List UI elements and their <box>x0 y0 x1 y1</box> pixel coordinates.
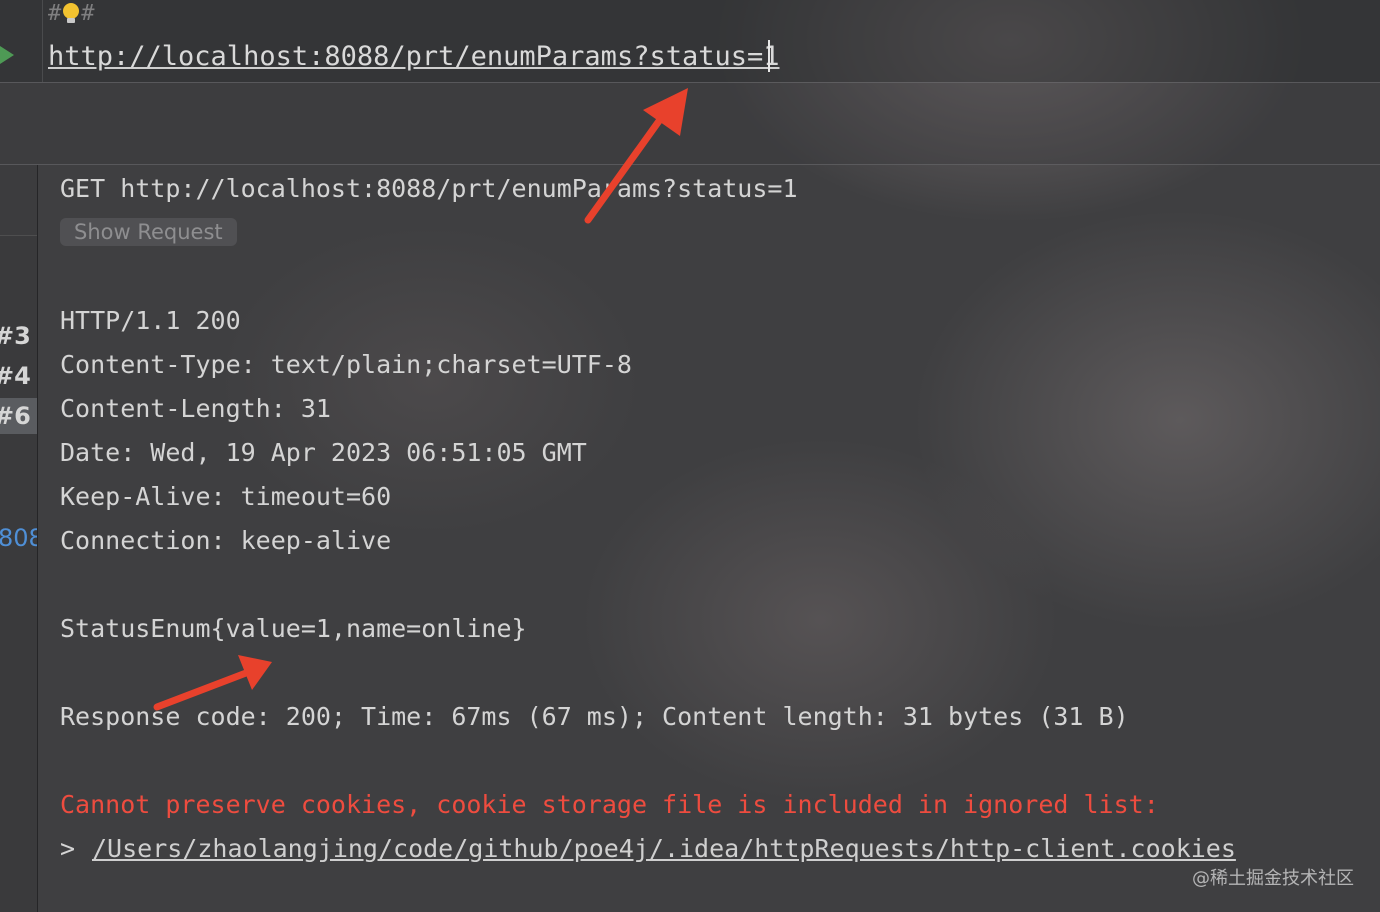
history-item-selected[interactable]: #6 <box>0 398 37 434</box>
editor-gutter <box>0 0 43 82</box>
divider <box>0 164 1380 165</box>
response-body: StatusEnum{value=1,name=online} <box>60 614 527 643</box>
request-line: GET http://localhost:8088/prt/enumParams… <box>60 174 798 203</box>
history-panel-header <box>0 165 37 236</box>
request-url-line[interactable]: http://localhost:8088/prt/enumParams?sta… <box>48 40 780 74</box>
show-request-button[interactable]: Show Request <box>60 218 237 246</box>
watermark: @稀土掘金技术社区 <box>1192 868 1354 889</box>
cookie-warning: Cannot preserve cookies, cookie storage … <box>60 790 1159 819</box>
history-item[interactable]: #3 <box>0 318 37 354</box>
comment-prefix: # <box>48 0 62 26</box>
response-header: Connection: keep-alive <box>60 526 392 555</box>
history-link[interactable]: 808 <box>0 520 37 556</box>
history-item[interactable]: #4 <box>0 358 37 394</box>
lightbulb-icon[interactable] <box>62 1 80 25</box>
cookie-path-prefix: > <box>60 834 76 863</box>
cookie-file-link[interactable]: /Users/zhaolangjing/code/github/poe4j/.i… <box>92 833 1236 865</box>
run-request-icon[interactable] <box>0 46 14 64</box>
text-caret <box>768 40 770 72</box>
response-header: Keep-Alive: timeout=60 <box>60 482 392 511</box>
response-header: Content-Type: text/plain;charset=UTF-8 <box>60 350 632 379</box>
comment-suffix: # <box>81 0 95 26</box>
editor-empty-band <box>0 83 1380 164</box>
comment-line[interactable]: # # <box>48 0 95 26</box>
response-header: Date: Wed, 19 Apr 2023 06:51:05 GMT <box>60 438 587 467</box>
response-header: Content-Length: 31 <box>60 394 331 423</box>
arrow-head-body <box>238 655 272 690</box>
status-line: HTTP/1.1 200 <box>60 306 241 335</box>
response-summary: Response code: 200; Time: 67ms (67 ms); … <box>60 702 1129 731</box>
